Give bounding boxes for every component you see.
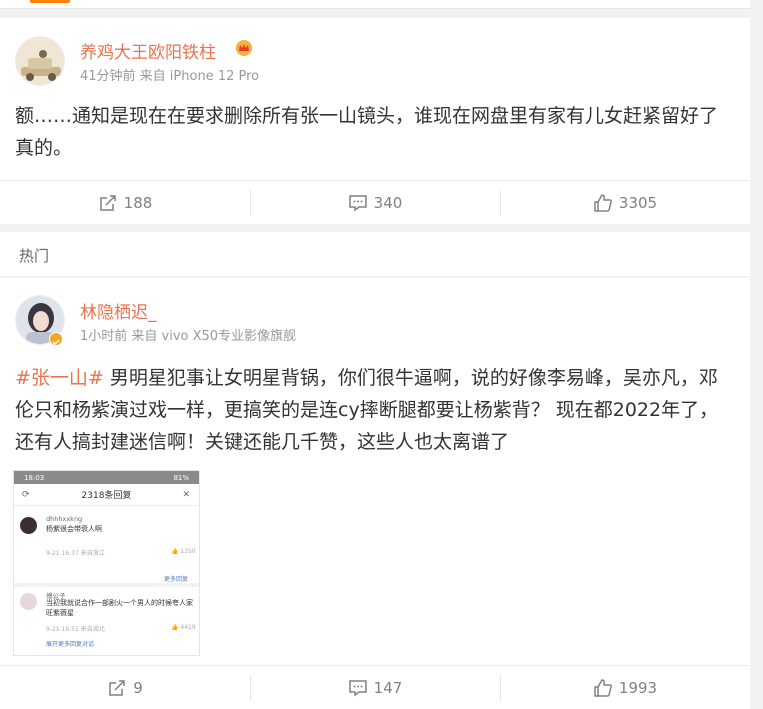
post-text: 额……通知是现在在要求删除所有张一山镜头，谁现在网盘里有家有儿女赶紧留好了真的。: [15, 105, 719, 159]
previous-card-bottom: [0, 0, 750, 9]
tab-indicator: [30, 0, 70, 3]
divider: [14, 583, 199, 587]
weibo-post: 林隐栖迟_ 1小时前 来自 vivo X50专业影像旗舰 #张一山# 男明星犯事…: [0, 278, 750, 709]
thumbs-up-icon: [594, 193, 612, 212]
like-count: 3305: [618, 193, 658, 212]
comment-count: 147: [373, 678, 403, 697]
like-button[interactable]: 3305: [500, 181, 750, 224]
post-image[interactable]: 18:03 81% ⟳ 2318条回复 ✕ dhhhxxkng 杨紫很会带衰人啊…: [13, 470, 200, 656]
status-time: 18:03: [24, 473, 45, 482]
repost-count: 9: [133, 678, 143, 697]
post-text: #张一山# 男明星犯事让女明星背锅，你们很牛逼啊，说的好像李易峰，吴亦凡，邓伦只…: [15, 362, 730, 458]
reply-likes: 👍 1350: [171, 548, 196, 555]
refresh-icon: ⟳: [22, 489, 30, 500]
vip-crown-icon: [236, 40, 252, 56]
repost-button[interactable]: 188: [0, 181, 250, 224]
replies-header: ⟳ 2318条回复 ✕: [14, 484, 199, 506]
status-battery: 81%: [173, 473, 189, 482]
comment-button[interactable]: 147: [250, 666, 500, 709]
avatar[interactable]: [15, 36, 65, 86]
verified-icon: [49, 332, 63, 346]
topic-link[interactable]: #张一山#: [15, 367, 104, 389]
reply-likes: 👍 4419: [171, 624, 196, 631]
thumbs-up-icon: [594, 678, 612, 697]
post-body: 男明星犯事让女明星背锅，你们很牛逼啊，说的好像李易峰，吴亦凡，邓伦只和杨紫演过戏…: [15, 367, 719, 453]
comment-count: 340: [373, 193, 403, 212]
username[interactable]: 养鸡大王欧阳铁柱: [80, 38, 216, 63]
reply-meta: 9-21 16:51 来自湖北: [46, 626, 105, 633]
status-bar: 18:03 81%: [14, 471, 199, 484]
hot-label: 热门: [19, 247, 50, 265]
repost-icon: [99, 194, 116, 211]
expand-replies-link: 展开更多回复对话: [46, 641, 95, 648]
comment-icon: [348, 679, 367, 696]
weibo-post: 养鸡大王欧阳铁柱 41分钟前 来自 iPhone 12 Pro 额……通知是现在…: [0, 18, 750, 224]
comment-icon: [348, 194, 367, 211]
reply-author: dhhhxxkng: [46, 515, 83, 523]
repost-icon: [109, 679, 125, 696]
more-replies-link: 更多回复: [164, 576, 189, 583]
comment-button[interactable]: 340: [250, 181, 500, 224]
post-meta: 1小时前 来自 vivo X50专业影像旗舰: [80, 329, 297, 344]
close-icon: ✕: [182, 489, 190, 500]
reply-text: 杨紫很会带衰人啊: [46, 525, 102, 533]
like-count: 1993: [618, 678, 658, 697]
section-header: 热门: [0, 232, 750, 276]
repost-button[interactable]: 9: [0, 666, 250, 709]
repost-count: 188: [123, 193, 153, 212]
avatar: [20, 593, 37, 610]
reply-text: 当初我就说合作一部剧火一个男人的时候夸人家旺紫薇星: [46, 599, 193, 617]
post-meta: 41分钟前 来自 iPhone 12 Pro: [80, 69, 260, 84]
reply-meta: 9-21 16:37 来自浙江: [46, 550, 105, 557]
action-bar: 188 340 3305: [0, 180, 750, 224]
replies-title: 2318条回复: [81, 491, 132, 501]
avatar: [20, 517, 37, 534]
action-bar: 9 147 1993: [0, 665, 750, 709]
username[interactable]: 林隐栖迟_: [80, 298, 157, 323]
like-button[interactable]: 1993: [500, 666, 750, 709]
